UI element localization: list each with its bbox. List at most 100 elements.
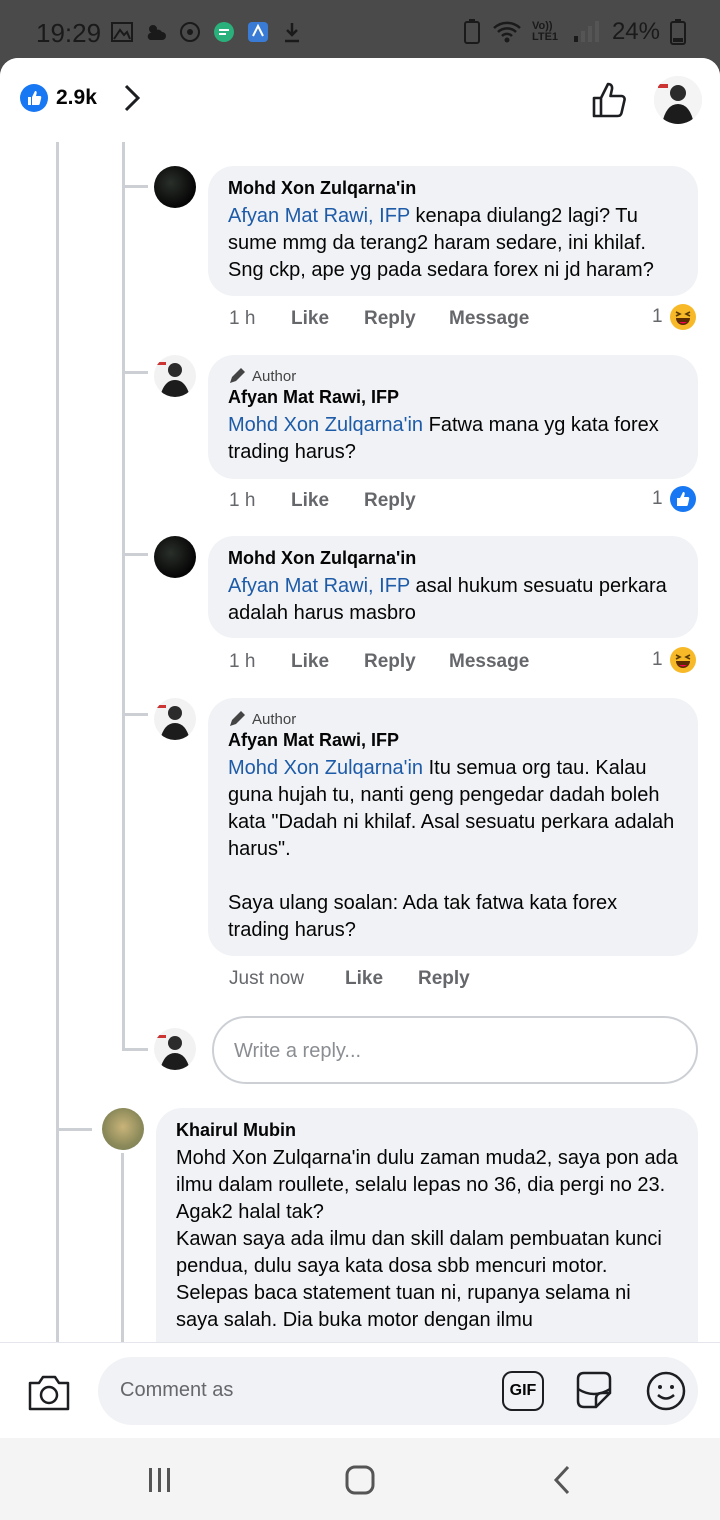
comments-sheet: 2.9k Mohd Xon Zulqarna'in Afyan Mat Rawi…: [0, 58, 720, 1438]
comment-input[interactable]: Comment as GIF: [98, 1357, 698, 1425]
reaction-count[interactable]: 1: [652, 485, 697, 513]
message-button[interactable]: Message: [449, 651, 529, 673]
like-button[interactable]: Like: [345, 968, 418, 990]
thread-connector: [56, 1128, 92, 1131]
back-icon[interactable]: [550, 1464, 574, 1496]
haha-emoji-icon: [669, 647, 696, 673]
comment-actions: 1 h Like Reply Message: [229, 651, 529, 673]
comment-bubble: Mohd Xon Zulqarna'in Afyan Mat Rawi, IFP…: [208, 536, 698, 638]
pen-icon: [230, 368, 245, 383]
avatar-afyan[interactable]: [154, 698, 196, 740]
wifi-icon: [493, 21, 521, 43]
thread-connector: [122, 371, 148, 374]
author-badge-label: Author: [252, 367, 297, 385]
comment-text: Mohd Xon Zulqarna'in Fatwa mana yg kata …: [228, 412, 678, 466]
my-avatar: [154, 1028, 196, 1070]
pen-icon: [230, 711, 245, 726]
download-icon: [285, 23, 299, 43]
status-right: Vo)) LTE1 24%: [462, 18, 686, 46]
emoji-icon[interactable]: [644, 1369, 688, 1413]
comment-time: 1 h: [229, 308, 256, 329]
chevron-right-icon[interactable]: [118, 82, 146, 114]
reply-input[interactable]: Write a reply...: [212, 1016, 698, 1084]
weather-icon: [147, 25, 166, 40]
like-button[interactable]: Like: [291, 490, 364, 512]
reaction-number: 1: [652, 649, 663, 670]
sticker-icon[interactable]: [572, 1369, 616, 1413]
like-outline-icon[interactable]: [588, 78, 632, 122]
user-avatar[interactable]: [654, 76, 702, 124]
reply-button[interactable]: Reply: [364, 651, 449, 673]
comment-author[interactable]: Mohd Xon Zulqarna'in: [228, 548, 678, 569]
status-bar: 19:29 Vo)) LTE1 24%: [0, 0, 720, 58]
reply-button[interactable]: Reply: [364, 490, 416, 512]
comment-author[interactable]: Mohd Xon Zulqarna'in: [228, 178, 678, 199]
comment-text: Mohd Xon Zulqarna'in Itu semua org tau. …: [228, 755, 678, 944]
recent-apps-icon[interactable]: [146, 1466, 174, 1494]
notification-mountain-icon: [111, 22, 133, 42]
author-badge: Author: [228, 367, 678, 385]
comment-text: Afyan Mat Rawi, IFP asal hukum sesuatu p…: [228, 573, 678, 627]
comment-text: Mohd Xon Zulqarna'in dulu zaman muda2, s…: [176, 1147, 678, 1331]
gif-button[interactable]: GIF: [502, 1371, 544, 1411]
like-button[interactable]: Like: [291, 651, 364, 673]
reaction-count[interactable]: 1: [652, 303, 697, 331]
comment-bubble: Author Afyan Mat Rawi, IFP Mohd Xon Zulq…: [208, 355, 698, 479]
network-label: Vo)) LTE1: [531, 20, 559, 43]
comment-author[interactable]: Afyan Mat Rawi, IFP: [228, 730, 678, 751]
sheet-header: 2.9k: [0, 58, 720, 142]
reaction-number: 1: [652, 488, 663, 509]
home-icon[interactable]: [344, 1464, 376, 1496]
haha-emoji-icon: [669, 304, 696, 330]
comment-actions: 1 h Like Reply: [229, 490, 416, 512]
reply-button[interactable]: Reply: [418, 968, 470, 990]
reply-placeholder: Write a reply...: [234, 1040, 362, 1062]
comment-actions: Just now Like Reply: [229, 968, 470, 990]
comment-time: Just now: [229, 968, 304, 989]
comment-composer: Comment as GIF: [0, 1342, 720, 1438]
battery-icon: [670, 19, 686, 45]
like-emoji-icon: [669, 486, 696, 512]
mention-link[interactable]: Afyan Mat Rawi, IFP: [228, 575, 410, 597]
like-reaction-icon: [20, 84, 48, 112]
comment-actions: 1 h Like Reply Message: [229, 308, 529, 330]
message-button[interactable]: Message: [449, 308, 529, 330]
thread-line-outer: [56, 142, 59, 1342]
mention-link[interactable]: Mohd Xon Zulqarna'in: [228, 414, 423, 436]
reaction-number: 1: [652, 306, 663, 327]
comment-placeholder: Comment as: [120, 1379, 234, 1401]
battery-saver-icon: [463, 19, 480, 44]
gif-label: GIF: [509, 1382, 537, 1399]
thread-connector: [122, 185, 148, 188]
comment-bubble: Author Afyan Mat Rawi, IFP Mohd Xon Zulq…: [208, 698, 698, 956]
reply-button[interactable]: Reply: [364, 308, 449, 330]
like-button[interactable]: Like: [291, 308, 364, 330]
app-icon: [248, 22, 268, 42]
thread-connector: [122, 713, 148, 716]
mention-link[interactable]: Afyan Mat Rawi, IFP: [228, 205, 410, 227]
comment-author[interactable]: Afyan Mat Rawi, IFP: [228, 387, 678, 408]
thread-connector: [122, 1048, 148, 1051]
thread-connector: [122, 553, 148, 556]
target-icon: [180, 22, 200, 42]
avatar-khairul[interactable]: [102, 1108, 144, 1150]
camera-icon[interactable]: [26, 1373, 72, 1413]
reaction-count[interactable]: 1: [652, 646, 697, 674]
status-time: 19:29: [36, 18, 102, 48]
comment-body: Itu semua org tau. Kalau guna hujah tu, …: [228, 757, 675, 941]
avatar-mohd-xon[interactable]: [154, 536, 196, 578]
battery-percent: 24%: [611, 18, 660, 45]
comment-text: Afyan Mat Rawi, IFP kenapa diulang2 lagi…: [228, 203, 678, 284]
avatar-mohd-xon[interactable]: [154, 166, 196, 208]
comment-bubble: Mohd Xon Zulqarna'in Afyan Mat Rawi, IFP…: [208, 166, 698, 296]
thread-line-inner: [122, 142, 125, 1050]
reaction-summary[interactable]: 2.9k: [20, 84, 97, 112]
comment-time: 1 h: [229, 651, 256, 672]
avatar-afyan[interactable]: [154, 355, 196, 397]
author-badge-label: Author: [252, 710, 297, 728]
system-navigation-bar: [0, 1438, 720, 1520]
chat-app-icon: [214, 22, 234, 42]
mention-link[interactable]: Mohd Xon Zulqarna'in: [228, 757, 423, 779]
comment-author[interactable]: Khairul Mubin: [176, 1120, 678, 1141]
comment-time: 1 h: [229, 490, 256, 511]
